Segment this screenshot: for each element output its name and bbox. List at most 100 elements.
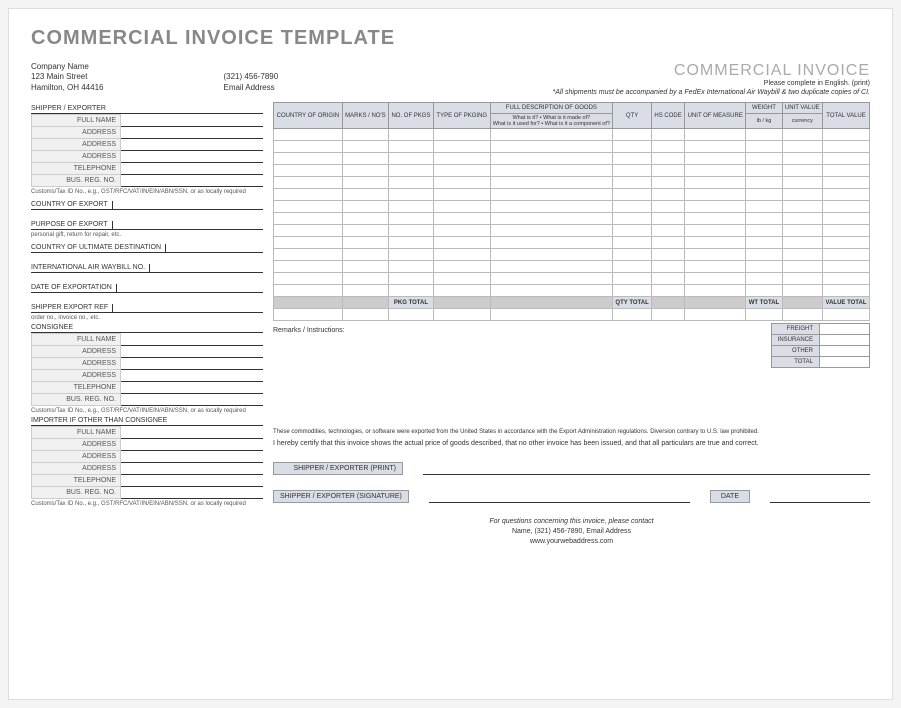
table-cell[interactable] <box>274 273 343 285</box>
table-cell[interactable] <box>823 237 870 249</box>
table-cell[interactable] <box>389 189 434 201</box>
table-cell[interactable] <box>685 249 746 261</box>
table-cell[interactable] <box>613 273 652 285</box>
table-cell[interactable] <box>613 237 652 249</box>
table-cell[interactable] <box>389 249 434 261</box>
field-input[interactable] <box>121 346 263 358</box>
table-cell[interactable] <box>490 153 612 165</box>
table-cell[interactable] <box>746 165 782 177</box>
table-cell[interactable] <box>389 129 434 141</box>
table-cell[interactable] <box>274 189 343 201</box>
table-cell[interactable] <box>823 177 870 189</box>
table-cell[interactable] <box>823 213 870 225</box>
table-cell[interactable] <box>746 273 782 285</box>
table-cell[interactable] <box>490 201 612 213</box>
table-cell[interactable] <box>823 261 870 273</box>
table-cell[interactable] <box>652 225 685 237</box>
table-cell[interactable] <box>433 165 490 177</box>
table-cell[interactable] <box>613 201 652 213</box>
sig-signature-line[interactable] <box>429 489 690 503</box>
table-cell[interactable] <box>685 261 746 273</box>
table-cell[interactable] <box>342 165 388 177</box>
table-cell[interactable] <box>274 153 343 165</box>
table-cell[interactable] <box>342 177 388 189</box>
table-cell[interactable] <box>342 225 388 237</box>
table-cell[interactable] <box>613 153 652 165</box>
total-value[interactable] <box>820 357 870 368</box>
table-cell[interactable] <box>490 273 612 285</box>
field-input[interactable] <box>121 151 263 163</box>
table-cell[interactable] <box>746 225 782 237</box>
table-cell[interactable] <box>433 285 490 297</box>
table-cell[interactable] <box>652 153 685 165</box>
table-cell[interactable] <box>274 249 343 261</box>
field-input[interactable] <box>121 451 263 463</box>
table-cell[interactable] <box>685 225 746 237</box>
table-cell[interactable] <box>685 237 746 249</box>
table-cell[interactable] <box>782 141 823 153</box>
table-cell[interactable] <box>613 225 652 237</box>
purpose-field[interactable]: PURPOSE OF EXPORT <box>31 216 263 230</box>
table-cell[interactable] <box>342 201 388 213</box>
table-cell[interactable] <box>652 141 685 153</box>
table-cell[interactable] <box>782 249 823 261</box>
table-cell[interactable] <box>685 129 746 141</box>
table-cell[interactable] <box>613 189 652 201</box>
table-cell[interactable] <box>685 153 746 165</box>
table-cell[interactable] <box>342 273 388 285</box>
table-cell[interactable] <box>389 237 434 249</box>
table-cell[interactable] <box>823 129 870 141</box>
table-cell[interactable] <box>274 129 343 141</box>
table-cell[interactable] <box>490 285 612 297</box>
table-cell[interactable] <box>342 129 388 141</box>
table-cell[interactable] <box>342 189 388 201</box>
table-cell[interactable] <box>823 165 870 177</box>
table-cell[interactable] <box>433 141 490 153</box>
field-input[interactable] <box>121 382 263 394</box>
freight-value[interactable] <box>820 324 870 335</box>
table-cell[interactable] <box>652 201 685 213</box>
field-input[interactable] <box>121 127 263 139</box>
table-cell[interactable] <box>782 273 823 285</box>
table-cell[interactable] <box>823 189 870 201</box>
table-cell[interactable] <box>490 213 612 225</box>
table-cell[interactable] <box>685 273 746 285</box>
sig-print-line[interactable] <box>423 461 870 475</box>
table-cell[interactable] <box>433 261 490 273</box>
table-cell[interactable] <box>782 165 823 177</box>
table-cell[interactable] <box>389 177 434 189</box>
table-cell[interactable] <box>746 189 782 201</box>
table-cell[interactable] <box>433 273 490 285</box>
table-cell[interactable] <box>274 177 343 189</box>
table-cell[interactable] <box>433 237 490 249</box>
field-input[interactable] <box>121 175 263 187</box>
table-cell[interactable] <box>746 249 782 261</box>
table-cell[interactable] <box>652 213 685 225</box>
field-input[interactable] <box>121 463 263 475</box>
table-cell[interactable] <box>389 273 434 285</box>
table-cell[interactable] <box>274 225 343 237</box>
table-cell[interactable] <box>685 177 746 189</box>
table-cell[interactable] <box>685 285 746 297</box>
table-cell[interactable] <box>652 273 685 285</box>
table-cell[interactable] <box>490 261 612 273</box>
field-input[interactable] <box>121 334 263 346</box>
table-cell[interactable] <box>746 237 782 249</box>
table-cell[interactable] <box>342 213 388 225</box>
table-cell[interactable] <box>342 249 388 261</box>
table-cell[interactable] <box>274 201 343 213</box>
table-cell[interactable] <box>823 141 870 153</box>
table-cell[interactable] <box>274 285 343 297</box>
table-cell[interactable] <box>746 129 782 141</box>
table-cell[interactable] <box>782 201 823 213</box>
insurance-value[interactable] <box>820 335 870 346</box>
table-cell[interactable] <box>490 165 612 177</box>
table-cell[interactable] <box>613 165 652 177</box>
table-cell[interactable] <box>746 177 782 189</box>
table-cell[interactable] <box>389 261 434 273</box>
table-cell[interactable] <box>652 237 685 249</box>
table-cell[interactable] <box>746 261 782 273</box>
table-cell[interactable] <box>685 213 746 225</box>
table-cell[interactable] <box>490 237 612 249</box>
table-cell[interactable] <box>433 177 490 189</box>
